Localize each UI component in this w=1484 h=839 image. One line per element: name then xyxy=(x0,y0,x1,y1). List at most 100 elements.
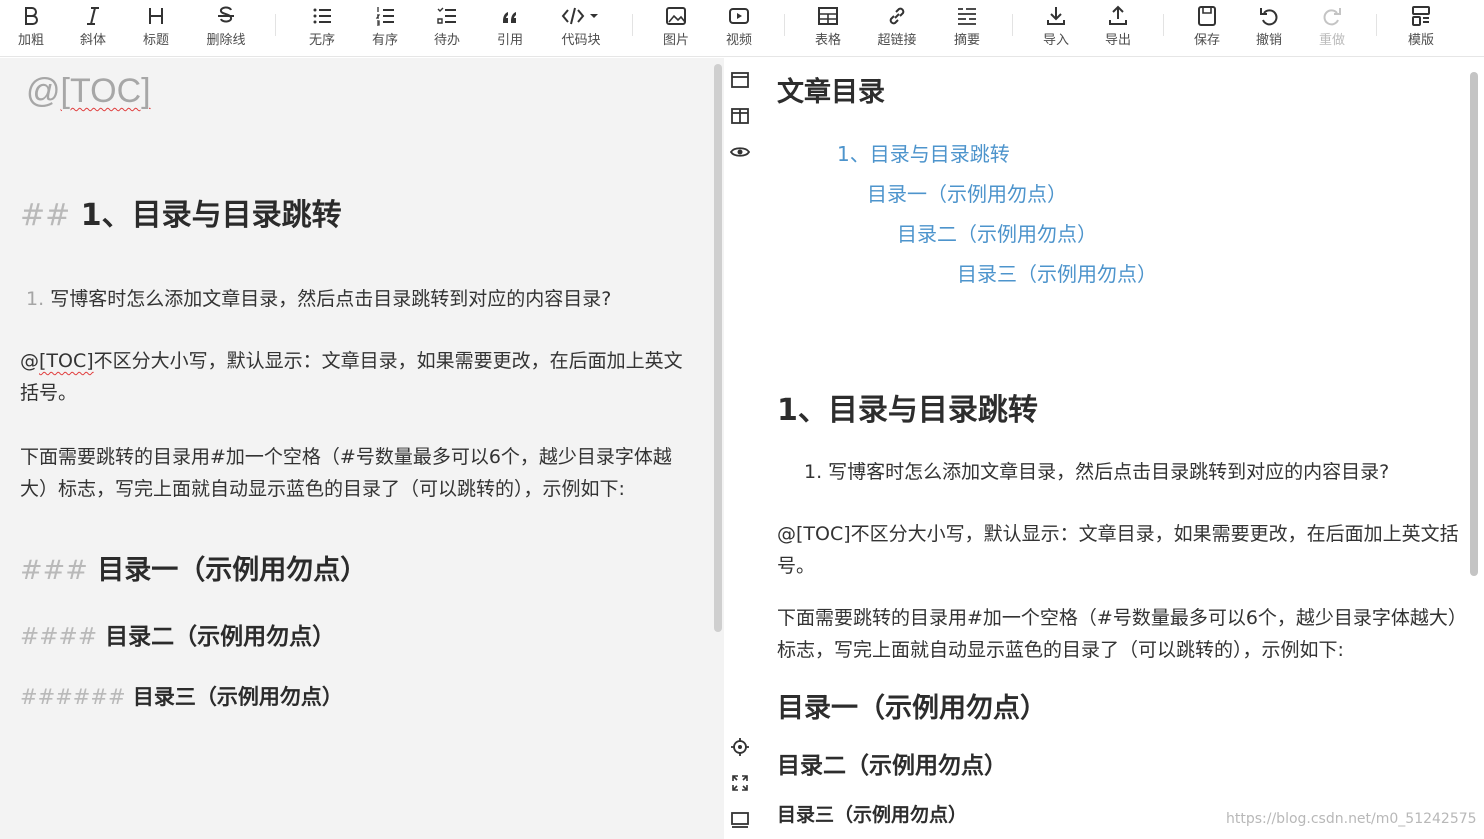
h3-source-text: 目录一（示例用勿点） xyxy=(97,555,368,586)
italic-icon xyxy=(82,2,104,30)
save-icon xyxy=(1196,2,1218,30)
import-button[interactable]: 导入 xyxy=(1025,0,1087,57)
todo-list-label: 待办 xyxy=(433,33,460,48)
export-label: 导出 xyxy=(1104,33,1131,48)
toc-at-sign: @ xyxy=(26,72,61,110)
template-button[interactable]: 模版 xyxy=(1390,0,1452,57)
toggle-toolbar-icon[interactable] xyxy=(728,808,752,832)
toolbar-divider xyxy=(1012,14,1013,36)
preview-h6: 目录三（示例用勿点） xyxy=(777,804,968,826)
link-label: 超链接 xyxy=(877,33,917,48)
quote-button[interactable]: 引用 xyxy=(479,0,541,57)
editor-para2[interactable]: 下面需要跳转的目录用#加一个空格（#号数量最多可以6个，越少目录字体越大）标志，… xyxy=(20,441,700,505)
undo-label: 撤销 xyxy=(1255,33,1282,48)
unordered-list-label: 无序 xyxy=(308,33,335,48)
code-block-icon xyxy=(561,2,601,30)
redo-icon xyxy=(1321,2,1343,30)
para1-at-sign: @ xyxy=(20,350,39,372)
preview-eye-icon[interactable] xyxy=(728,140,752,164)
image-label: 图片 xyxy=(662,33,689,48)
strikethrough-button[interactable]: 删除线 xyxy=(195,0,257,57)
ordered-list-icon xyxy=(374,2,396,30)
h6-hash-mark: ###### xyxy=(20,685,126,709)
ordered-list-button[interactable]: 有序 xyxy=(354,0,416,57)
toc-title: 文章目录 xyxy=(777,77,885,108)
editor-list-line[interactable]: 1. 写博客时怎么添加文章目录，然后点击目录跳转到对应的内容目录? xyxy=(26,284,611,311)
code-block-button[interactable]: 代码块 xyxy=(549,0,613,57)
italic-button[interactable]: 斜体 xyxy=(62,0,124,57)
preview-list-item: 1. 写博客时怎么添加文章目录，然后点击目录跳转到对应的内容目录? xyxy=(804,461,1390,483)
table-button[interactable]: 表格 xyxy=(797,0,859,57)
export-icon xyxy=(1107,2,1129,30)
toolbar-divider xyxy=(632,14,633,36)
code-block-label: 代码块 xyxy=(561,33,601,48)
markdown-editor[interactable]: @[TOC] ## 1、目录与目录跳转 1. 写博客时怎么添加文章目录，然后点击… xyxy=(0,58,724,839)
toc-link-h6[interactable]: 目录三（示例用勿点） xyxy=(957,258,1157,287)
heading-button[interactable]: 标题 xyxy=(125,0,187,57)
video-button[interactable]: 视频 xyxy=(708,0,770,57)
unordered-list-icon xyxy=(311,2,333,30)
template-label: 模版 xyxy=(1407,33,1434,48)
h4-hash-mark: #### xyxy=(20,624,98,650)
todo-list-button[interactable]: 待办 xyxy=(416,0,478,57)
unordered-list-button[interactable]: 无序 xyxy=(291,0,353,57)
quote-label: 引用 xyxy=(496,33,523,48)
toc-marker: [TOC] xyxy=(60,72,151,110)
preview-para2: 下面需要跳转的目录用#加一个空格（#号数量最多可以6个，越少目录字体越大）标志，… xyxy=(777,607,1467,661)
save-button[interactable]: 保存 xyxy=(1176,0,1238,57)
editor-h3-line[interactable]: ### 目录一（示例用勿点） xyxy=(20,548,367,587)
strikethrough-label: 删除线 xyxy=(206,33,246,48)
h2-source-text: 1、目录与目录跳转 xyxy=(80,198,342,233)
undo-button[interactable]: 撤销 xyxy=(1238,0,1300,57)
editor-toc-line[interactable]: @[TOC] xyxy=(26,72,151,111)
watermark: https://blog.csdn.net/m0_51242575 xyxy=(1226,811,1477,827)
redo-label: 重做 xyxy=(1318,33,1345,48)
toolbar-divider xyxy=(1163,14,1164,36)
video-icon xyxy=(728,2,750,30)
editor-h6-line[interactable]: ###### 目录三（示例用勿点） xyxy=(20,681,343,711)
link-button[interactable]: 超链接 xyxy=(866,0,928,57)
split-view-icon[interactable] xyxy=(728,104,752,128)
preview-scrollbar[interactable] xyxy=(1470,72,1478,576)
preview-h4: 目录二（示例用勿点） xyxy=(777,753,1007,779)
preview-para1: @[TOC]不区分大小写，默认显示：文章目录，如果需要更改，在后面加上英文括号。 xyxy=(777,523,1459,577)
fullscreen-icon[interactable] xyxy=(728,771,752,795)
h3-hash-mark: ### xyxy=(20,555,88,586)
editor-h2-line[interactable]: ## 1、目录与目录跳转 xyxy=(20,190,342,234)
edit-only-icon[interactable] xyxy=(728,68,752,92)
toc-link-h2[interactable]: 1、目录与目录跳转 xyxy=(837,138,1010,167)
import-icon xyxy=(1045,2,1067,30)
export-button[interactable]: 导出 xyxy=(1087,0,1149,57)
toc-link-h3[interactable]: 目录一（示例用勿点） xyxy=(867,178,1067,207)
image-button[interactable]: 图片 xyxy=(645,0,707,57)
link-icon xyxy=(886,2,908,30)
ordered-list-label: 有序 xyxy=(371,33,398,48)
list-source-text: 写博客时怎么添加文章目录，然后点击目录跳转到对应的内容目录? xyxy=(50,288,612,310)
h4-source-text: 目录二（示例用勿点） xyxy=(105,624,336,650)
toc-link-h4[interactable]: 目录二（示例用勿点） xyxy=(897,218,1097,247)
image-icon xyxy=(665,2,687,30)
locate-icon[interactable] xyxy=(728,735,752,759)
summary-button[interactable]: 摘要 xyxy=(936,0,998,57)
toolbar-divider xyxy=(275,14,276,36)
heading-label: 标题 xyxy=(142,33,169,48)
editor-scrollbar[interactable] xyxy=(714,64,722,632)
redo-button[interactable]: 重做 xyxy=(1301,0,1363,57)
bold-button[interactable]: 加粗 xyxy=(0,0,62,57)
summary-icon xyxy=(956,2,978,30)
italic-label: 斜体 xyxy=(79,33,106,48)
template-icon xyxy=(1410,2,1432,30)
toolbar-divider xyxy=(1376,14,1377,36)
toolbar: 加粗 斜体 标题 删除线 无序 有序 待办 引用 代码块 图片 视频 表格 超链… xyxy=(0,0,1484,57)
bold-label: 加粗 xyxy=(17,33,44,48)
table-icon xyxy=(817,2,839,30)
import-label: 导入 xyxy=(1042,33,1069,48)
quote-icon xyxy=(499,2,521,30)
para1-source-text: 不区分大小写，默认显示：文章目录，如果需要更改，在后面加上英文括号。 xyxy=(20,350,683,404)
undo-icon xyxy=(1258,2,1280,30)
editor-para1[interactable]: @[TOC]不区分大小写，默认显示：文章目录，如果需要更改，在后面加上英文括号。 xyxy=(20,345,700,409)
bold-icon xyxy=(20,2,42,30)
preview-h3: 目录一（示例用勿点） xyxy=(777,693,1047,724)
strikethrough-icon xyxy=(215,2,237,30)
editor-h4-line[interactable]: #### 目录二（示例用勿点） xyxy=(20,617,335,651)
